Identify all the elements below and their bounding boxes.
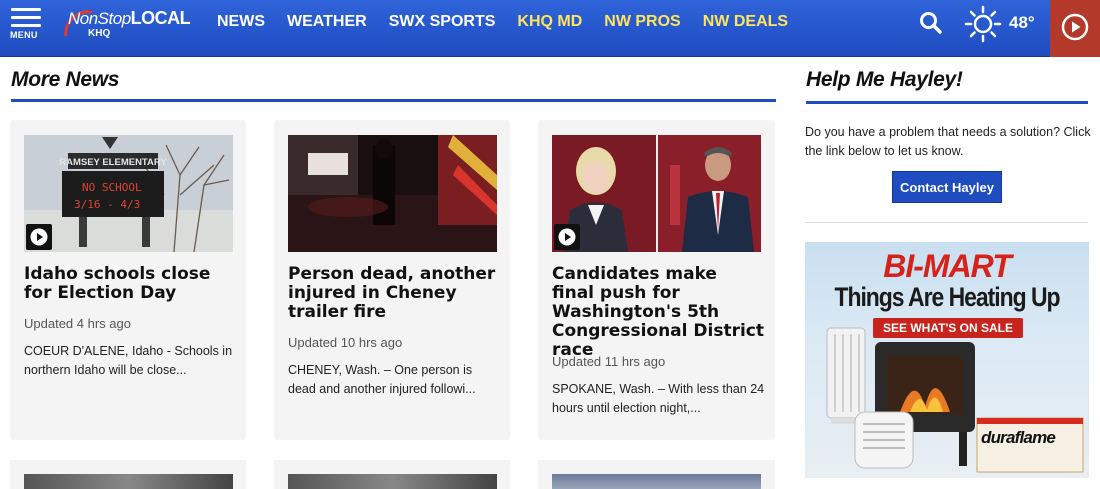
news-card: Candidates make final push for Washingto… <box>538 120 775 440</box>
news-card-updated: Updated 11 hrs ago <box>552 354 666 369</box>
news-card-updated: Updated 10 hrs ago <box>288 335 403 350</box>
news-card-image[interactable] <box>552 135 761 252</box>
news-card-updated: Updated 4 hrs ago <box>24 316 131 331</box>
search-button[interactable] <box>918 10 944 36</box>
sign-text-2: 3/16 - 4/3 <box>74 198 140 211</box>
video-indicator <box>554 224 580 250</box>
sidebar-divider <box>805 222 1088 223</box>
live-video-button[interactable] <box>1050 0 1100 57</box>
nav-weather[interactable]: WEATHER <box>287 12 367 32</box>
news-card-headline[interactable]: Candidates make final push for Washingto… <box>552 265 764 360</box>
news-card-headline[interactable]: Person dead, another injured in Cheney t… <box>288 265 500 322</box>
main-nav: NEWS WEATHER SWX SPORTS KHQ MD NW PROS N… <box>217 12 810 32</box>
news-card-headline[interactable]: Idaho schools close for Election Day <box>24 265 236 303</box>
news-card: Person dead, another injured in Cheney t… <box>274 120 510 440</box>
sign-text-1: NO SCHOOL <box>82 181 142 194</box>
search-icon <box>920 12 942 34</box>
news-card-image[interactable]: RAMSEY ELEMENTARY NO SCHOOL 3/16 - 4/3 <box>24 135 233 252</box>
play-icon <box>558 228 576 246</box>
news-card-image[interactable] <box>288 474 497 489</box>
nav-nw-pros[interactable]: NW PROS <box>604 12 680 32</box>
news-card-summary: SPOKANE, Wash. – With less than 24 hours… <box>552 382 765 415</box>
nav-nw-deals[interactable]: NW DEALS <box>703 12 788 32</box>
news-card-partial <box>274 460 510 489</box>
weather-widget[interactable]: 48° <box>963 4 1043 44</box>
logo-text-nonstop: NonStop <box>68 9 131 28</box>
site-logo[interactable]: NonStopLOCAL KHQ <box>62 6 200 46</box>
logo-text-station: KHQ <box>88 28 111 39</box>
video-indicator <box>26 224 52 250</box>
news-card-image[interactable] <box>288 135 497 252</box>
help-me-hayley-title: Help Me Hayley! <box>806 68 963 91</box>
news-card: RAMSEY ELEMENTARY NO SCHOOL 3/16 - 4/3 I… <box>10 120 246 440</box>
help-me-hayley-divider <box>806 101 1088 104</box>
sign-name: RAMSEY ELEMENTARY <box>59 157 167 168</box>
hamburger-icon <box>8 6 44 27</box>
candidates-photo <box>552 135 761 252</box>
news-card-partial <box>538 460 775 489</box>
menu-label: MENU <box>10 30 38 40</box>
more-news-title: More News <box>11 68 120 91</box>
news-card-partial <box>10 460 246 489</box>
fire-scene-photo <box>288 135 497 252</box>
news-card-summary: COEUR D'ALENE, Idaho - Schools in northe… <box>24 344 233 377</box>
news-card-image[interactable] <box>24 474 233 489</box>
advertisement[interactable]: BI-MART Things Are Heating Up SEE WHAT'S… <box>805 242 1089 478</box>
contact-hayley-button[interactable]: Contact Hayley <box>892 171 1002 203</box>
help-me-hayley-text: Do you have a problem that needs a solut… <box>805 125 1091 158</box>
nav-news[interactable]: NEWS <box>217 12 265 32</box>
top-navigation-bar: MENU NonStopLOCAL KHQ NEWS WEATHER SWX S… <box>0 0 1100 57</box>
news-card-image[interactable] <box>552 474 761 489</box>
ad-product: duraflame <box>981 428 1056 447</box>
logo-text-local: LOCAL <box>130 8 191 28</box>
news-card-summary: CHENEY, Wash. – One person is dead and a… <box>288 363 476 396</box>
sun-icon <box>964 5 1002 43</box>
nav-khq-md[interactable]: KHQ MD <box>517 12 582 32</box>
more-news-divider <box>11 99 776 102</box>
menu-button[interactable]: MENU <box>8 6 44 46</box>
temperature: 48° <box>1009 13 1035 32</box>
play-icon <box>30 228 48 246</box>
nav-swx-sports[interactable]: SWX SPORTS <box>389 12 496 32</box>
school-sign-photo: RAMSEY ELEMENTARY NO SCHOOL 3/16 - 4/3 <box>24 135 233 252</box>
play-circle-icon <box>1061 13 1089 41</box>
